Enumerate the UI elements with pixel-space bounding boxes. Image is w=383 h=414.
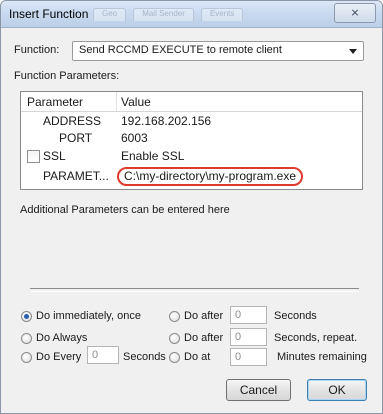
do-at-unit: Minutes remaining [277, 351, 367, 363]
function-dropdown-value: Send RCCMD EXECUTE to remote client [79, 44, 282, 56]
ssl-checkbox[interactable] [27, 150, 40, 163]
chevron-down-icon [349, 49, 357, 54]
do-immediately-label: Do immediately, once [36, 310, 141, 322]
do-at-label: Do at [184, 351, 211, 363]
title-bar: Insert Function Geo Mail Sender Events ⨯ [1, 1, 382, 28]
do-every-input[interactable]: 0 [87, 346, 119, 364]
function-label: Function: [14, 44, 60, 56]
insert-function-dialog: Insert Function Geo Mail Sender Events ⨯… [0, 0, 383, 414]
do-after-repeat-label: Do after [184, 332, 224, 344]
table-row[interactable]: SSL Enable SSL [21, 148, 362, 164]
column-divider[interactable] [116, 92, 117, 111]
dialog-title: Insert Function [9, 7, 89, 21]
column-header-value: Value [121, 95, 151, 109]
do-every-label: Do Every [36, 351, 82, 363]
background-tab: Events [200, 8, 244, 21]
param-value[interactable]: Enable SSL [121, 149, 184, 163]
radio-do-after-repeat[interactable] [169, 333, 180, 344]
highlight-annotation [117, 167, 303, 186]
do-at-input[interactable]: 0 [230, 348, 267, 366]
do-after-repeat-input[interactable]: 0 [230, 328, 267, 346]
radio-do-always[interactable] [21, 333, 32, 344]
close-button[interactable]: ⨯ [334, 3, 376, 23]
function-parameters-label: Function Parameters: [14, 70, 120, 82]
do-after-label: Do after [184, 310, 224, 322]
param-value[interactable]: 6003 [121, 131, 148, 145]
function-dropdown[interactable]: Send RCCMD EXECUTE to remote client [72, 41, 364, 61]
do-after-repeat-unit: Seconds, repeat. [274, 332, 358, 344]
param-value[interactable]: 192.168.202.156 [121, 114, 211, 128]
cancel-button[interactable]: Cancel [226, 379, 291, 401]
close-icon: ⨯ [350, 7, 360, 19]
do-after-unit: Seconds [274, 310, 317, 322]
radio-do-at[interactable] [169, 352, 180, 363]
background-tabs: Geo Mail Sender Events [93, 7, 247, 21]
table-row[interactable]: PORT 6003 [21, 130, 362, 146]
additional-parameters-note: Additional Parameters can be entered her… [20, 204, 230, 216]
table-row[interactable]: ADDRESS 192.168.202.156 [21, 113, 362, 129]
radio-do-every[interactable] [21, 352, 32, 363]
background-tab: Mail Sender [133, 8, 194, 21]
do-every-unit: Seconds [123, 351, 166, 363]
divider [30, 288, 359, 292]
background-tab: Geo [93, 8, 127, 21]
radio-do-after-seconds[interactable] [169, 311, 180, 322]
grid-header: Parameter Value [21, 92, 362, 112]
parameters-grid: Parameter Value ADDRESS 192.168.202.156 … [20, 91, 363, 190]
do-after-input[interactable]: 0 [230, 306, 267, 324]
do-always-label: Do Always [36, 332, 88, 344]
ok-button[interactable]: OK [307, 379, 367, 401]
radio-do-immediately[interactable] [21, 311, 32, 322]
column-header-parameter: Parameter [27, 95, 84, 109]
